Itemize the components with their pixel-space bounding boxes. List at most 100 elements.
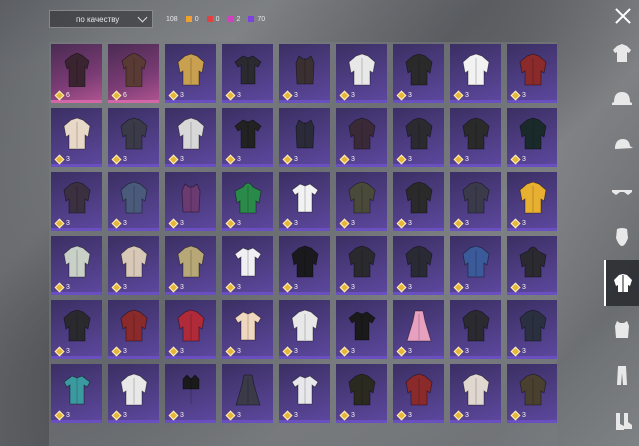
item-card[interactable]: 6 — [108, 44, 159, 103]
sidebar-tab-glasses[interactable] — [604, 168, 639, 214]
item-quantity: 3 — [465, 348, 469, 355]
item-card[interactable]: 3 — [165, 44, 216, 103]
rarity-diamond-icon — [396, 154, 406, 164]
item-card[interactable]: 3 — [450, 300, 501, 359]
item-card[interactable]: 3 — [336, 300, 387, 359]
close-icon[interactable] — [613, 6, 633, 26]
jacket-icon — [120, 373, 148, 406]
item-card[interactable]: 3 — [165, 300, 216, 359]
sidebar-tab-vest[interactable] — [604, 306, 639, 352]
item-card[interactable]: 3 — [222, 364, 273, 423]
item-card[interactable]: 3 — [450, 44, 501, 103]
item-card[interactable]: 3 — [336, 236, 387, 295]
item-card[interactable]: 3 — [507, 44, 557, 103]
item-card[interactable]: 3 — [336, 172, 387, 231]
rarity-diamond-icon — [111, 346, 121, 356]
sidebar-tab-jacket[interactable] — [604, 260, 639, 306]
item-card[interactable]: 3 — [393, 172, 444, 231]
item-card[interactable]: 3 — [165, 172, 216, 231]
rarity-diamond-icon — [54, 282, 64, 292]
item-quantity: 3 — [123, 284, 127, 291]
dress-icon — [235, 374, 261, 406]
sort-dropdown[interactable]: по качеству — [49, 10, 153, 28]
item-card[interactable]: 3 — [51, 300, 102, 359]
item-card[interactable]: 3 — [507, 300, 557, 359]
item-card[interactable]: 3 — [165, 236, 216, 295]
sidebar-tab-mask[interactable] — [604, 214, 639, 260]
rarity-diamond-icon — [225, 410, 235, 420]
item-card[interactable]: 3 — [51, 236, 102, 295]
item-quantity: 3 — [294, 156, 298, 163]
item-card[interactable]: 3 — [279, 236, 330, 295]
item-card[interactable]: 3 — [507, 364, 557, 423]
item-card[interactable]: 3 — [108, 172, 159, 231]
item-card[interactable]: 3 — [108, 236, 159, 295]
count-red: 0 — [206, 16, 220, 23]
item-card[interactable]: 3 — [336, 108, 387, 167]
item-card[interactable]: 3 — [393, 236, 444, 295]
item-card[interactable]: 3 — [279, 108, 330, 167]
sidebar-tab-shoes[interactable] — [604, 398, 639, 444]
top-icon — [182, 374, 200, 404]
sidebar-tab-cap[interactable] — [604, 122, 639, 168]
item-card[interactable]: 3 — [450, 108, 501, 167]
item-card[interactable]: 3 — [336, 364, 387, 423]
item-card[interactable]: 3 — [222, 172, 273, 231]
item-card[interactable]: 3 — [51, 172, 102, 231]
item-card[interactable]: 3 — [279, 364, 330, 423]
item-card[interactable]: 3 — [108, 108, 159, 167]
item-quantity: 3 — [66, 348, 70, 355]
item-card[interactable]: 3 — [393, 44, 444, 103]
item-card[interactable]: 3 — [222, 108, 273, 167]
jacket-icon — [405, 245, 433, 278]
item-quantity: 6 — [123, 92, 127, 99]
chevron-down-icon — [137, 12, 148, 23]
item-grid-inner: 6 6 3 3 3 3 3 3 3 3 3 3 3 3 3 3 3 3 3 3 3 3 3 3 3 3 3 3 3 3 3 3 3 3 3 3 3 3 3 3… — [51, 44, 557, 423]
item-card[interactable]: 3 — [222, 236, 273, 295]
rarity-diamond-icon — [339, 218, 349, 228]
item-card[interactable]: 3 — [51, 364, 102, 423]
item-quantity: 3 — [123, 412, 127, 419]
item-card[interactable]: 3 — [336, 44, 387, 103]
jacket-icon — [177, 309, 205, 342]
shirt-icon — [348, 311, 376, 341]
jacket-icon — [348, 181, 376, 214]
item-card[interactable]: 3 — [279, 172, 330, 231]
item-card[interactable]: 3 — [393, 300, 444, 359]
item-card[interactable]: 3 — [450, 172, 501, 231]
item-card[interactable]: 3 — [507, 108, 557, 167]
rarity-diamond-icon — [282, 90, 292, 100]
item-card[interactable]: 3 — [165, 364, 216, 423]
sidebar-tab-pants[interactable] — [604, 352, 639, 398]
item-quantity: 3 — [180, 412, 184, 419]
item-quantity: 3 — [123, 220, 127, 227]
item-card[interactable]: 3 — [450, 236, 501, 295]
rarity-diamond-icon — [111, 218, 121, 228]
jacket-icon — [462, 117, 490, 150]
jacket-icon — [462, 53, 490, 86]
item-card[interactable]: 3 — [279, 300, 330, 359]
item-card[interactable]: 3 — [507, 236, 557, 295]
sidebar-tab-helmet[interactable] — [604, 76, 639, 122]
item-card[interactable]: 3 — [165, 108, 216, 167]
item-card[interactable]: 3 — [108, 300, 159, 359]
rarity-diamond-icon — [510, 90, 520, 100]
rarity-diamond-icon — [111, 410, 121, 420]
sidebar-tab-outfit[interactable] — [604, 30, 639, 76]
item-card[interactable]: 3 — [450, 364, 501, 423]
jacket-icon — [291, 309, 319, 342]
item-card[interactable]: 3 — [51, 108, 102, 167]
item-quantity: 3 — [408, 220, 412, 227]
rarity-diamond-icon — [54, 218, 64, 228]
item-quantity: 3 — [123, 156, 127, 163]
item-card[interactable]: 3 — [222, 300, 273, 359]
rarity-diamond-icon — [453, 90, 463, 100]
item-card[interactable]: 3 — [108, 364, 159, 423]
item-quantity: 3 — [237, 348, 241, 355]
item-card[interactable]: 3 — [393, 364, 444, 423]
item-card[interactable]: 3 — [507, 172, 557, 231]
item-card[interactable]: 3 — [279, 44, 330, 103]
item-card[interactable]: 3 — [393, 108, 444, 167]
item-card[interactable]: 6 — [51, 44, 102, 103]
item-card[interactable]: 3 — [222, 44, 273, 103]
